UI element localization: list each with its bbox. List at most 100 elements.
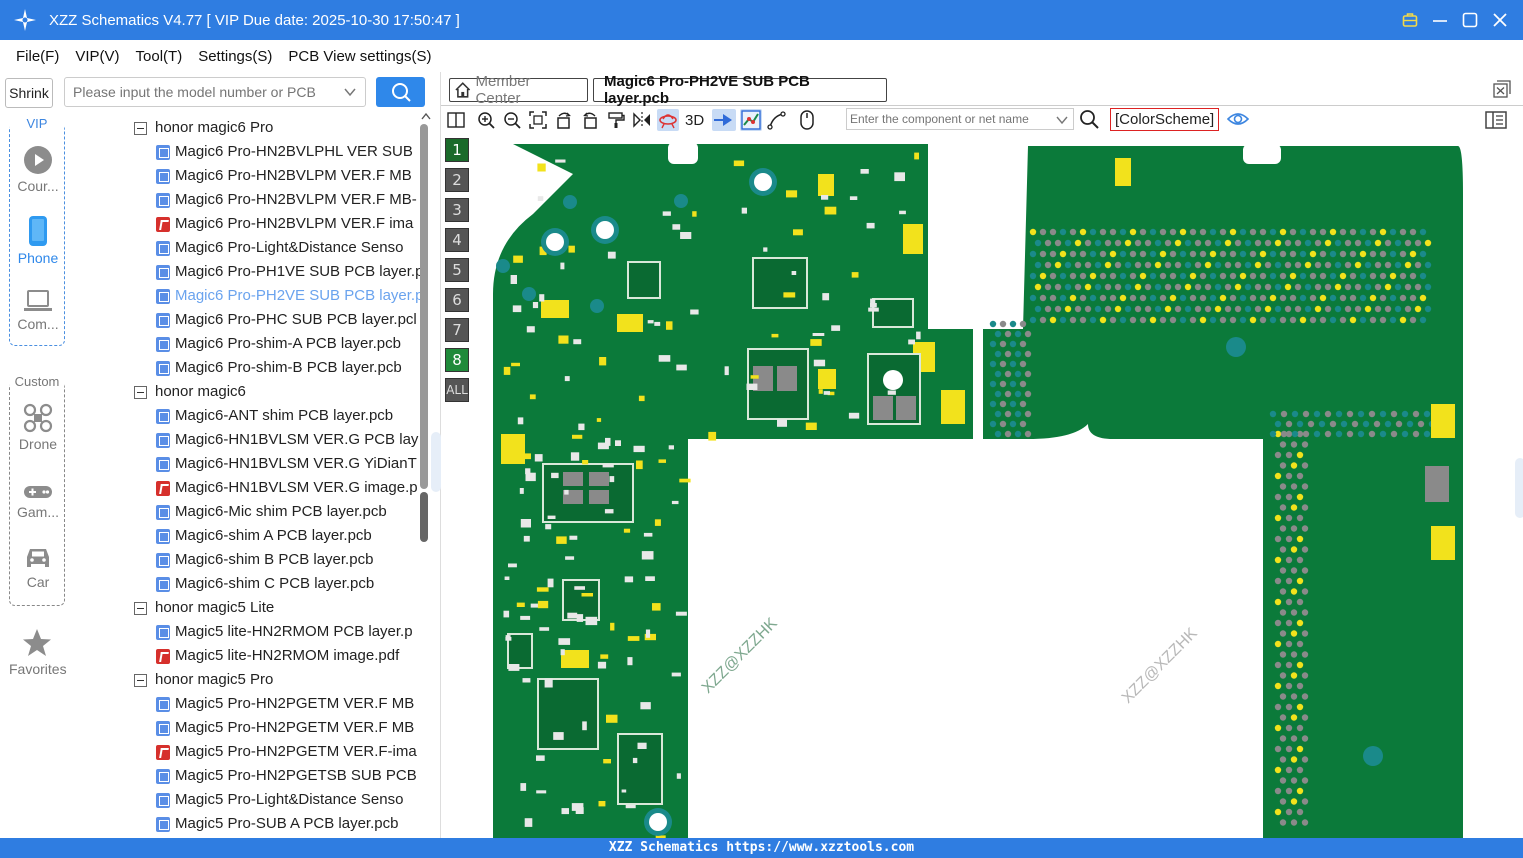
bga-pad bbox=[1296, 745, 1304, 753]
tab-member-center[interactable]: Member Center bbox=[449, 73, 588, 107]
model-search-input[interactable] bbox=[73, 84, 333, 100]
tree-file-item[interactable]: Magic6-shim C PCB layer.pcb bbox=[134, 572, 422, 596]
search-button[interactable] bbox=[376, 77, 425, 107]
layer-button-1[interactable]: 1 bbox=[445, 138, 469, 162]
paint-brush-icon[interactable] bbox=[605, 109, 627, 131]
tree-file-item[interactable]: Magic6-shim A PCB layer.pcb bbox=[134, 524, 422, 548]
view-3d-button[interactable]: 3D bbox=[685, 112, 704, 129]
layer-button-5[interactable]: 5 bbox=[445, 258, 469, 282]
scrollbar-thumb[interactable] bbox=[420, 492, 428, 542]
zoom-in-icon[interactable] bbox=[475, 109, 497, 131]
tree-file-item[interactable]: Magic6-HN1BVLSM VER.G YiDianT bbox=[134, 452, 422, 476]
maximize-button[interactable] bbox=[1461, 11, 1479, 29]
tree-file-item[interactable]: Magic6-Mic shim PCB layer.pcb bbox=[134, 500, 422, 524]
tree-file-item[interactable]: Magic6 Pro-HN2BVLPM VER.F ima bbox=[134, 212, 422, 236]
briefcase-icon[interactable] bbox=[1401, 11, 1419, 29]
layer-button-3[interactable]: 3 bbox=[445, 198, 469, 222]
minimize-button[interactable] bbox=[1431, 11, 1449, 29]
tree-file-item[interactable]: Magic6 Pro-HN2BVLPM VER.F MB- bbox=[134, 188, 422, 212]
collapse-toggle-icon[interactable] bbox=[134, 601, 147, 615]
tree-file-item[interactable]: Magic5 lite-HN2RMOM image.pdf bbox=[134, 644, 422, 668]
menu-vip[interactable]: VIP(V) bbox=[67, 48, 127, 65]
tree-scrollbar[interactable] bbox=[418, 124, 428, 584]
menu-pcb-view-settings[interactable]: PCB View settings(S) bbox=[280, 48, 439, 65]
shrink-button[interactable]: Shrink bbox=[5, 78, 53, 108]
tool-drone[interactable]: Drone bbox=[10, 403, 66, 452]
close-button[interactable] bbox=[1491, 11, 1509, 29]
layer-button-6[interactable]: 6 bbox=[445, 288, 469, 312]
bga-pad bbox=[1285, 619, 1293, 627]
layer-button-8[interactable]: 8 bbox=[445, 348, 469, 372]
tree-file-item[interactable]: Magic6-HN1BVLSM VER.G PCB lay bbox=[134, 428, 422, 452]
layer-button-7[interactable]: 7 bbox=[445, 318, 469, 342]
tool-favorites[interactable]: Favorites bbox=[9, 628, 67, 677]
ufo-view-icon[interactable] bbox=[657, 109, 679, 131]
layer-button-all[interactable]: ALL bbox=[445, 378, 469, 402]
split-view-icon[interactable] bbox=[445, 109, 467, 131]
tab-pcb-file[interactable]: Magic6 Pro-PH2VE SUB PCB layer.pcb bbox=[593, 73, 887, 107]
zoom-out-icon[interactable] bbox=[501, 109, 523, 131]
layer-button-4[interactable]: 4 bbox=[445, 228, 469, 252]
tree-file-item[interactable]: Magic6 Pro-HN2BVLPM VER.F MB bbox=[134, 164, 422, 188]
expand-panel-handle[interactable] bbox=[1515, 458, 1523, 518]
chevron-down-icon[interactable] bbox=[1055, 113, 1069, 127]
rotate-right-icon[interactable] bbox=[579, 109, 601, 131]
highlight-net-icon[interactable] bbox=[740, 109, 763, 131]
tree-file-item[interactable]: Magic5 Pro-HN2PGETSB SUB PCB bbox=[134, 764, 422, 788]
tree-file-item[interactable]: Magic5 Pro-SUB A PCB layer.pcb bbox=[134, 812, 422, 836]
ic-footprint bbox=[542, 463, 634, 523]
model-search-box[interactable] bbox=[64, 77, 366, 107]
tool-phone[interactable]: Phone bbox=[10, 215, 66, 266]
tree-file-item[interactable]: Magic6 Pro-shim-B PCB layer.pcb bbox=[134, 356, 422, 380]
menu-file[interactable]: File(F) bbox=[8, 48, 67, 65]
measure-icon[interactable] bbox=[766, 109, 788, 131]
title-bar: XZZ Schematics V4.77 [ VIP Due date: 202… bbox=[0, 0, 1523, 40]
tree-group[interactable]: honor magic6 Pro bbox=[134, 116, 422, 140]
tree-file-item[interactable]: Magic6 Pro-Light&Distance Senso bbox=[134, 236, 422, 260]
tree-file-item[interactable]: Magic5 Pro-HN2PGETM VER.F-ima bbox=[134, 740, 422, 764]
eye-icon[interactable] bbox=[1227, 110, 1249, 128]
tool-games[interactable]: Gam... bbox=[10, 483, 66, 520]
tree-file-item[interactable]: Magic6 Pro-PH1VE SUB PCB layer.p bbox=[134, 260, 422, 284]
close-all-tabs-icon[interactable] bbox=[1493, 80, 1511, 98]
rotate-left-icon[interactable] bbox=[553, 109, 575, 131]
menu-settings[interactable]: Settings(S) bbox=[190, 48, 280, 65]
tree-group[interactable]: honor magic5 Lite bbox=[134, 596, 422, 620]
search-icon[interactable] bbox=[1079, 109, 1099, 129]
tree-file-item[interactable]: Magic6 Pro-PHC SUB PCB layer.pcl bbox=[134, 308, 422, 332]
tool-computer[interactable]: Com... bbox=[10, 289, 66, 332]
tree-file-item[interactable]: Magic5 Pro-HN2PGETM VER.F MB bbox=[134, 716, 422, 740]
pcb-board-view[interactable]: XZZ@XZZHK XZZ@XZZHK bbox=[473, 134, 1523, 838]
select-arrow-icon[interactable] bbox=[712, 109, 737, 131]
layer-button-2[interactable]: 2 bbox=[445, 168, 469, 192]
collapse-panel-handle[interactable] bbox=[431, 432, 441, 492]
component-search-box[interactable] bbox=[846, 108, 1074, 130]
side-panel-icon[interactable] bbox=[1485, 110, 1507, 130]
tree-file-item[interactable]: Magic5 Pro-Light&Distance Senso bbox=[134, 788, 422, 812]
tree-group[interactable]: honor magic6 bbox=[134, 380, 422, 404]
tool-courses[interactable]: Cour... bbox=[10, 145, 66, 194]
chevron-down-icon[interactable] bbox=[343, 85, 357, 99]
scroll-up-icon[interactable] bbox=[421, 112, 431, 120]
tree-file-item[interactable]: Magic5 Pro-HN2PGETM VER.F MB bbox=[134, 692, 422, 716]
tree-file-item[interactable]: Magic5 lite-HN2RMOM PCB layer.p bbox=[134, 620, 422, 644]
tree-file-item[interactable]: Magic6-ANT shim PCB layer.pcb bbox=[134, 404, 422, 428]
tool-car[interactable]: Car bbox=[10, 545, 66, 590]
tree-file-item[interactable]: Magic6 Pro-PH2VE SUB PCB layer.p bbox=[134, 284, 422, 308]
color-scheme-button[interactable]: [ColorScheme] bbox=[1110, 108, 1220, 131]
fit-view-icon[interactable] bbox=[527, 109, 549, 131]
component-search-input[interactable] bbox=[850, 112, 1050, 126]
collapse-toggle-icon[interactable] bbox=[134, 673, 147, 687]
collapse-toggle-icon[interactable] bbox=[134, 121, 147, 135]
collapse-toggle-icon[interactable] bbox=[134, 385, 147, 399]
tree-file-item[interactable]: Magic6 Pro-HN2BVLPHL VER SUB bbox=[134, 140, 422, 164]
pcb-canvas[interactable]: XZZ@XZZHK XZZ@XZZHK bbox=[473, 134, 1523, 838]
mirror-icon[interactable] bbox=[631, 109, 653, 131]
menu-tool[interactable]: Tool(T) bbox=[128, 48, 191, 65]
bga-pad bbox=[1279, 504, 1287, 511]
mouse-icon[interactable] bbox=[796, 109, 818, 131]
tree-file-item[interactable]: Magic6 Pro-shim-A PCB layer.pcb bbox=[134, 332, 422, 356]
tree-group[interactable]: honor magic5 Pro bbox=[134, 668, 422, 692]
tree-file-item[interactable]: Magic6-shim B PCB layer.pcb bbox=[134, 548, 422, 572]
tree-file-item[interactable]: Magic6-HN1BVLSM VER.G image.p bbox=[134, 476, 422, 500]
